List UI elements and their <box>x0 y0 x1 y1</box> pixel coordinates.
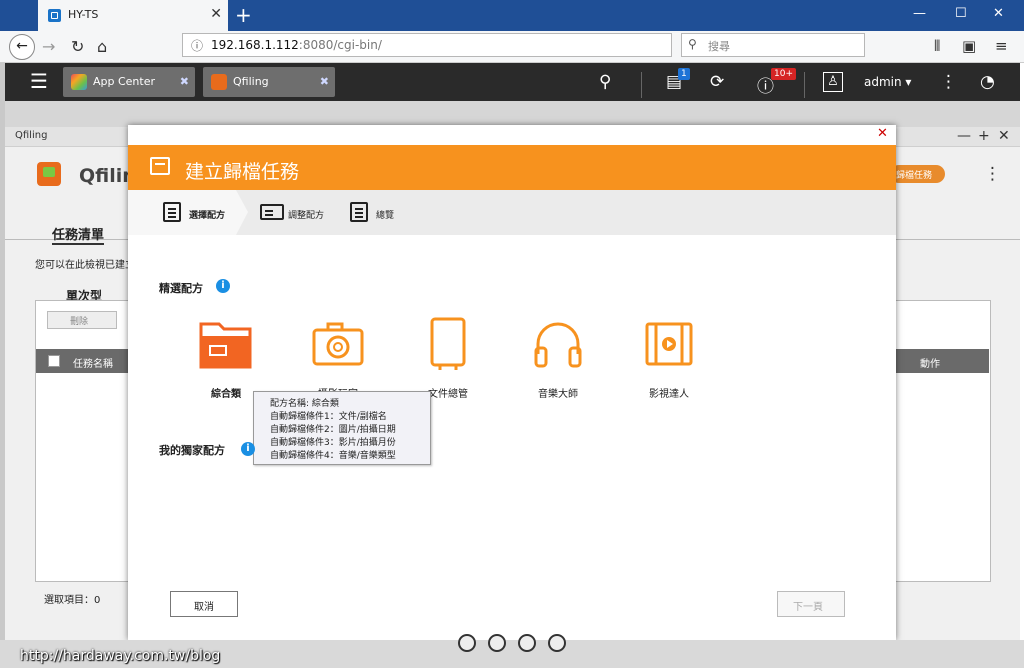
select-all-checkbox[interactable] <box>48 355 60 367</box>
adjust-recipe-icon <box>260 204 284 220</box>
camera-icon[interactable] <box>310 316 366 372</box>
step-adjust-recipe: 調整配方 <box>288 211 325 221</box>
url-host: 192.168.1.112 <box>211 38 299 52</box>
dock-icon[interactable] <box>488 634 506 652</box>
general-folder-icon[interactable] <box>198 316 254 372</box>
user-menu[interactable]: admin ▾ <box>864 75 911 89</box>
next-label: 下一頁 <box>793 602 823 613</box>
qfiling-icon <box>211 74 227 90</box>
window-maximize-icon[interactable]: + <box>978 128 990 144</box>
app-tab-label: Qfiling <box>233 75 269 88</box>
tooltip-line: 自動歸檔條件3：影片/拍攝月份 <box>270 438 396 448</box>
divider <box>804 72 805 98</box>
minimize-icon[interactable]: — <box>913 6 926 21</box>
browser-tab[interactable]: HY-TS ✕ <box>38 0 228 31</box>
tab-title: HY-TS <box>68 8 99 21</box>
column-action: 動作 <box>920 359 940 370</box>
app-tab-qfiling[interactable]: Qfiling ✖ <box>203 67 335 97</box>
app-center-icon <box>71 74 87 90</box>
notification-badge: 1 <box>678 68 690 80</box>
more-icon[interactable]: ⋮ <box>984 164 1001 184</box>
step-arrow <box>236 190 248 235</box>
close-icon[interactable]: ✖ <box>180 75 189 88</box>
reload-icon[interactable]: ↻ <box>71 37 84 56</box>
cancel-label: 取消 <box>194 602 214 613</box>
watermark: http://hardaway.com.tw/blog <box>20 648 221 664</box>
external-device-icon[interactable]: ⟳ <box>710 72 724 92</box>
back-button[interactable]: ← <box>9 34 35 60</box>
info-icon[interactable]: i <box>241 442 255 456</box>
menu-icon[interactable]: ≡ <box>995 37 1008 55</box>
maximize-icon[interactable]: ☐ <box>955 6 967 21</box>
dashboard-icon[interactable]: ◔ <box>980 72 995 92</box>
qnap-favicon-icon <box>48 9 61 22</box>
event-badge: 10+ <box>771 68 796 80</box>
library-icon[interactable]: ⫴ <box>934 37 940 55</box>
window-minimize-icon[interactable]: — <box>957 128 971 144</box>
recipe-video[interactable]: 影視達人 <box>629 385 709 400</box>
search-icon: ⚲ <box>688 37 697 51</box>
qfiling-logo-icon <box>37 162 61 186</box>
tooltip-line: 自動歸檔條件1：文件/副檔名 <box>270 412 387 422</box>
search-box[interactable]: ⚲ 搜尋 <box>681 33 865 57</box>
step-overview: 總覽 <box>376 211 395 221</box>
dock-icon[interactable] <box>458 634 476 652</box>
tooltip-line: 自動歸檔條件2：圖片/拍攝日期 <box>270 425 396 435</box>
selected-count: 選取項目：0 <box>44 595 101 606</box>
search-placeholder: 搜尋 <box>708 40 730 53</box>
divider <box>641 72 642 98</box>
app-tab-label: App Center <box>93 75 156 88</box>
address-bar[interactable]: ⓘ 192.168.1.112:8080/cgi-bin/ <box>182 33 672 57</box>
window-close-icon[interactable]: ✕ <box>993 6 1004 21</box>
delete-label: 刪除 <box>70 317 89 327</box>
tooltip-line: 自動歸檔條件4：音樂/音樂類型 <box>270 451 396 461</box>
film-icon[interactable] <box>641 316 697 372</box>
forward-button[interactable]: → <box>42 37 55 56</box>
desktop-band <box>5 101 1020 127</box>
overview-icon <box>350 202 368 222</box>
new-tab-button[interactable]: + <box>235 3 252 27</box>
right-edge <box>1020 63 1024 640</box>
headphones-icon[interactable] <box>530 316 586 372</box>
url-path: :8080/cgi-bin/ <box>298 38 382 52</box>
search-icon[interactable]: ⚲ <box>599 72 611 92</box>
info-icon[interactable]: i <box>216 279 230 293</box>
document-icon[interactable] <box>420 316 476 372</box>
inbox-icon <box>150 157 170 175</box>
step-select-recipe: 選擇配方 <box>189 211 226 221</box>
my-recipes-title: 我的獨家配方 <box>159 444 225 457</box>
description: 您可以在此檢視已建立 <box>35 260 135 271</box>
delete-button[interactable]: 刪除 <box>47 311 117 329</box>
window-close-icon[interactable]: ✕ <box>998 128 1010 144</box>
main-menu-icon[interactable]: ☰ <box>30 69 48 93</box>
column-task-name[interactable]: 任務名稱 <box>73 355 113 370</box>
close-icon[interactable]: ✖ <box>320 75 329 88</box>
dialog-header: 建立歸檔任務 <box>128 145 896 190</box>
create-task-button[interactable]: 歸檔任務 <box>890 165 945 183</box>
featured-recipes-title: 精選配方 <box>159 282 203 295</box>
cancel-button[interactable]: 取消 <box>170 591 238 617</box>
info-icon: ⓘ <box>191 39 204 53</box>
recipe-tooltip: 配方名稱: 綜合類 自動歸檔條件1：文件/副檔名 自動歸檔條件2：圖片/拍攝日期… <box>253 391 431 465</box>
dock-icon[interactable] <box>518 634 536 652</box>
recipe-music[interactable]: 音樂大師 <box>518 385 598 400</box>
recipe-list-icon <box>163 202 181 222</box>
tab-close-icon[interactable]: ✕ <box>210 6 222 22</box>
tooltip-line: 配方名稱: 綜合類 <box>270 399 339 409</box>
app-tab-app-center[interactable]: App Center ✖ <box>63 67 195 97</box>
home-icon[interactable]: ⌂ <box>97 37 107 56</box>
create-task-label: 歸檔任務 <box>896 171 933 181</box>
window-title: Qfiling <box>15 130 48 141</box>
dock-icon[interactable] <box>548 634 566 652</box>
more-options-icon[interactable]: ⋮ <box>940 72 957 92</box>
next-page-button[interactable]: 下一頁 <box>777 591 845 617</box>
user-icon[interactable]: ♙ <box>823 72 843 92</box>
dialog-close-icon[interactable]: ✕ <box>877 126 888 141</box>
task-list-title[interactable]: 任務清單 <box>52 224 105 245</box>
sidebar-icon[interactable]: ▣ <box>962 37 976 55</box>
dialog-title: 建立歸檔任務 <box>185 161 300 183</box>
